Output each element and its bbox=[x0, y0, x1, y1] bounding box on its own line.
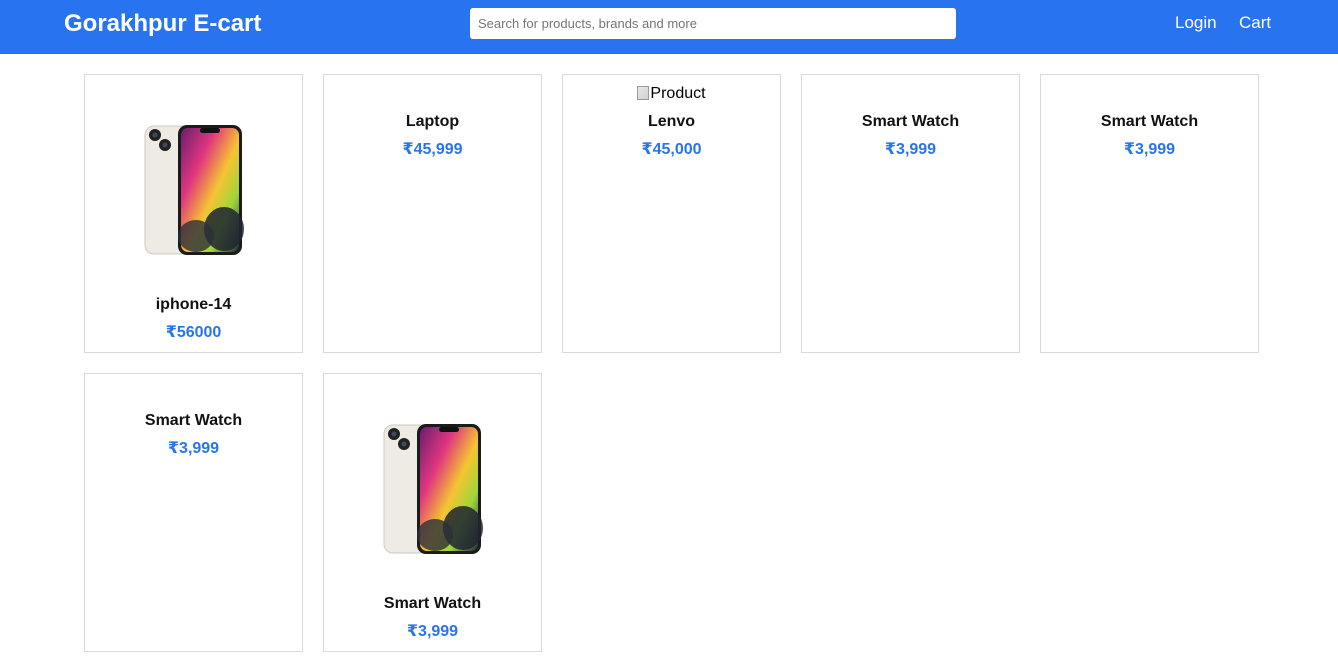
product-card[interactable]: Smart Watch ₹3,999 bbox=[323, 373, 542, 652]
product-image bbox=[383, 424, 483, 554]
product-name[interactable]: Lenvo bbox=[563, 112, 780, 132]
product-card[interactable]: Smart Watch ₹3,999 bbox=[1040, 74, 1259, 353]
product-name[interactable]: Laptop bbox=[324, 112, 541, 132]
login-link[interactable]: Login bbox=[1175, 13, 1217, 33]
product-card[interactable]: Product Lenvo ₹45,000 bbox=[562, 74, 781, 353]
product-card[interactable]: iphone-14 ₹56000 bbox=[84, 74, 303, 353]
product-card[interactable]: Smart Watch ₹3,999 bbox=[84, 373, 303, 652]
product-name[interactable]: Smart Watch bbox=[1041, 112, 1258, 132]
product-price: ₹56000 bbox=[165, 324, 222, 341]
product-name[interactable]: Smart Watch bbox=[85, 411, 302, 431]
product-card[interactable]: Laptop ₹45,999 bbox=[323, 74, 542, 353]
broken-image-placeholder: Product bbox=[563, 84, 780, 104]
cart-link[interactable]: Cart bbox=[1239, 13, 1271, 33]
search-input[interactable] bbox=[470, 8, 956, 39]
product-price: ₹3,999 bbox=[167, 440, 220, 457]
product-price: ₹3,999 bbox=[406, 623, 459, 640]
product-name[interactable]: Smart Watch bbox=[802, 112, 1019, 132]
brand-logo[interactable]: Gorakhpur E-cart bbox=[64, 10, 261, 38]
product-price: ₹3,999 bbox=[1123, 141, 1176, 158]
image-alt-text: Product bbox=[650, 85, 706, 102]
product-price: ₹3,999 bbox=[884, 141, 937, 158]
product-name[interactable]: Smart Watch bbox=[324, 594, 541, 614]
product-name[interactable]: iphone-14 bbox=[85, 295, 302, 315]
broken-image-icon bbox=[637, 86, 650, 100]
product-price: ₹45,999 bbox=[402, 141, 463, 158]
product-card[interactable]: Smart Watch ₹3,999 bbox=[801, 74, 1020, 353]
product-image bbox=[144, 125, 244, 255]
product-price: ₹45,000 bbox=[641, 141, 702, 158]
top-navbar: Gorakhpur E-cart Login Cart bbox=[0, 0, 1338, 54]
